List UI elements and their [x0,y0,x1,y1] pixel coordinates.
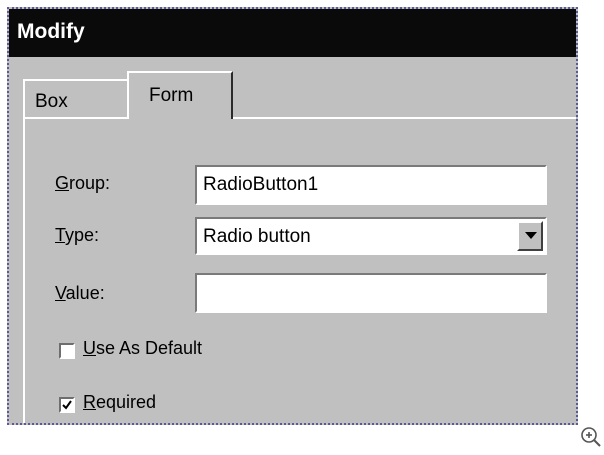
group-input[interactable]: RadioButton1 [195,165,547,205]
group-label: Group: [55,173,111,193]
window-title: Modify [17,20,85,43]
form-tab-panel: Group: RadioButton1 Type: Radio button V… [23,117,576,423]
checkmark-icon [62,400,72,410]
zoom-in-icon[interactable] [580,426,602,448]
group-input-value: RadioButton1 [203,174,319,195]
dialog-frame: Modify Box Form Group: RadioButton1 Type… [7,7,578,425]
tab-box[interactable]: Box [23,79,135,119]
modify-dialog: Box Form Group: RadioButton1 Type: Radio… [9,57,576,423]
type-dropdown-button[interactable] [517,221,543,251]
type-select[interactable]: Radio button [195,217,547,255]
type-select-value: Radio button [203,226,311,247]
tab-form-label: Form [149,85,194,106]
type-label: Type: [55,225,100,245]
use-as-default-label: Use As Default [83,338,203,358]
required-checkbox[interactable] [59,397,75,413]
tab-box-label: Box [35,91,68,112]
value-input[interactable] [195,273,547,313]
use-as-default-checkbox[interactable] [59,343,75,359]
title-bar: Modify [9,9,576,57]
tab-form[interactable]: Form [127,71,233,119]
value-label: Value: [55,283,105,303]
required-label: Required [83,392,157,412]
chevron-down-icon [525,232,537,239]
